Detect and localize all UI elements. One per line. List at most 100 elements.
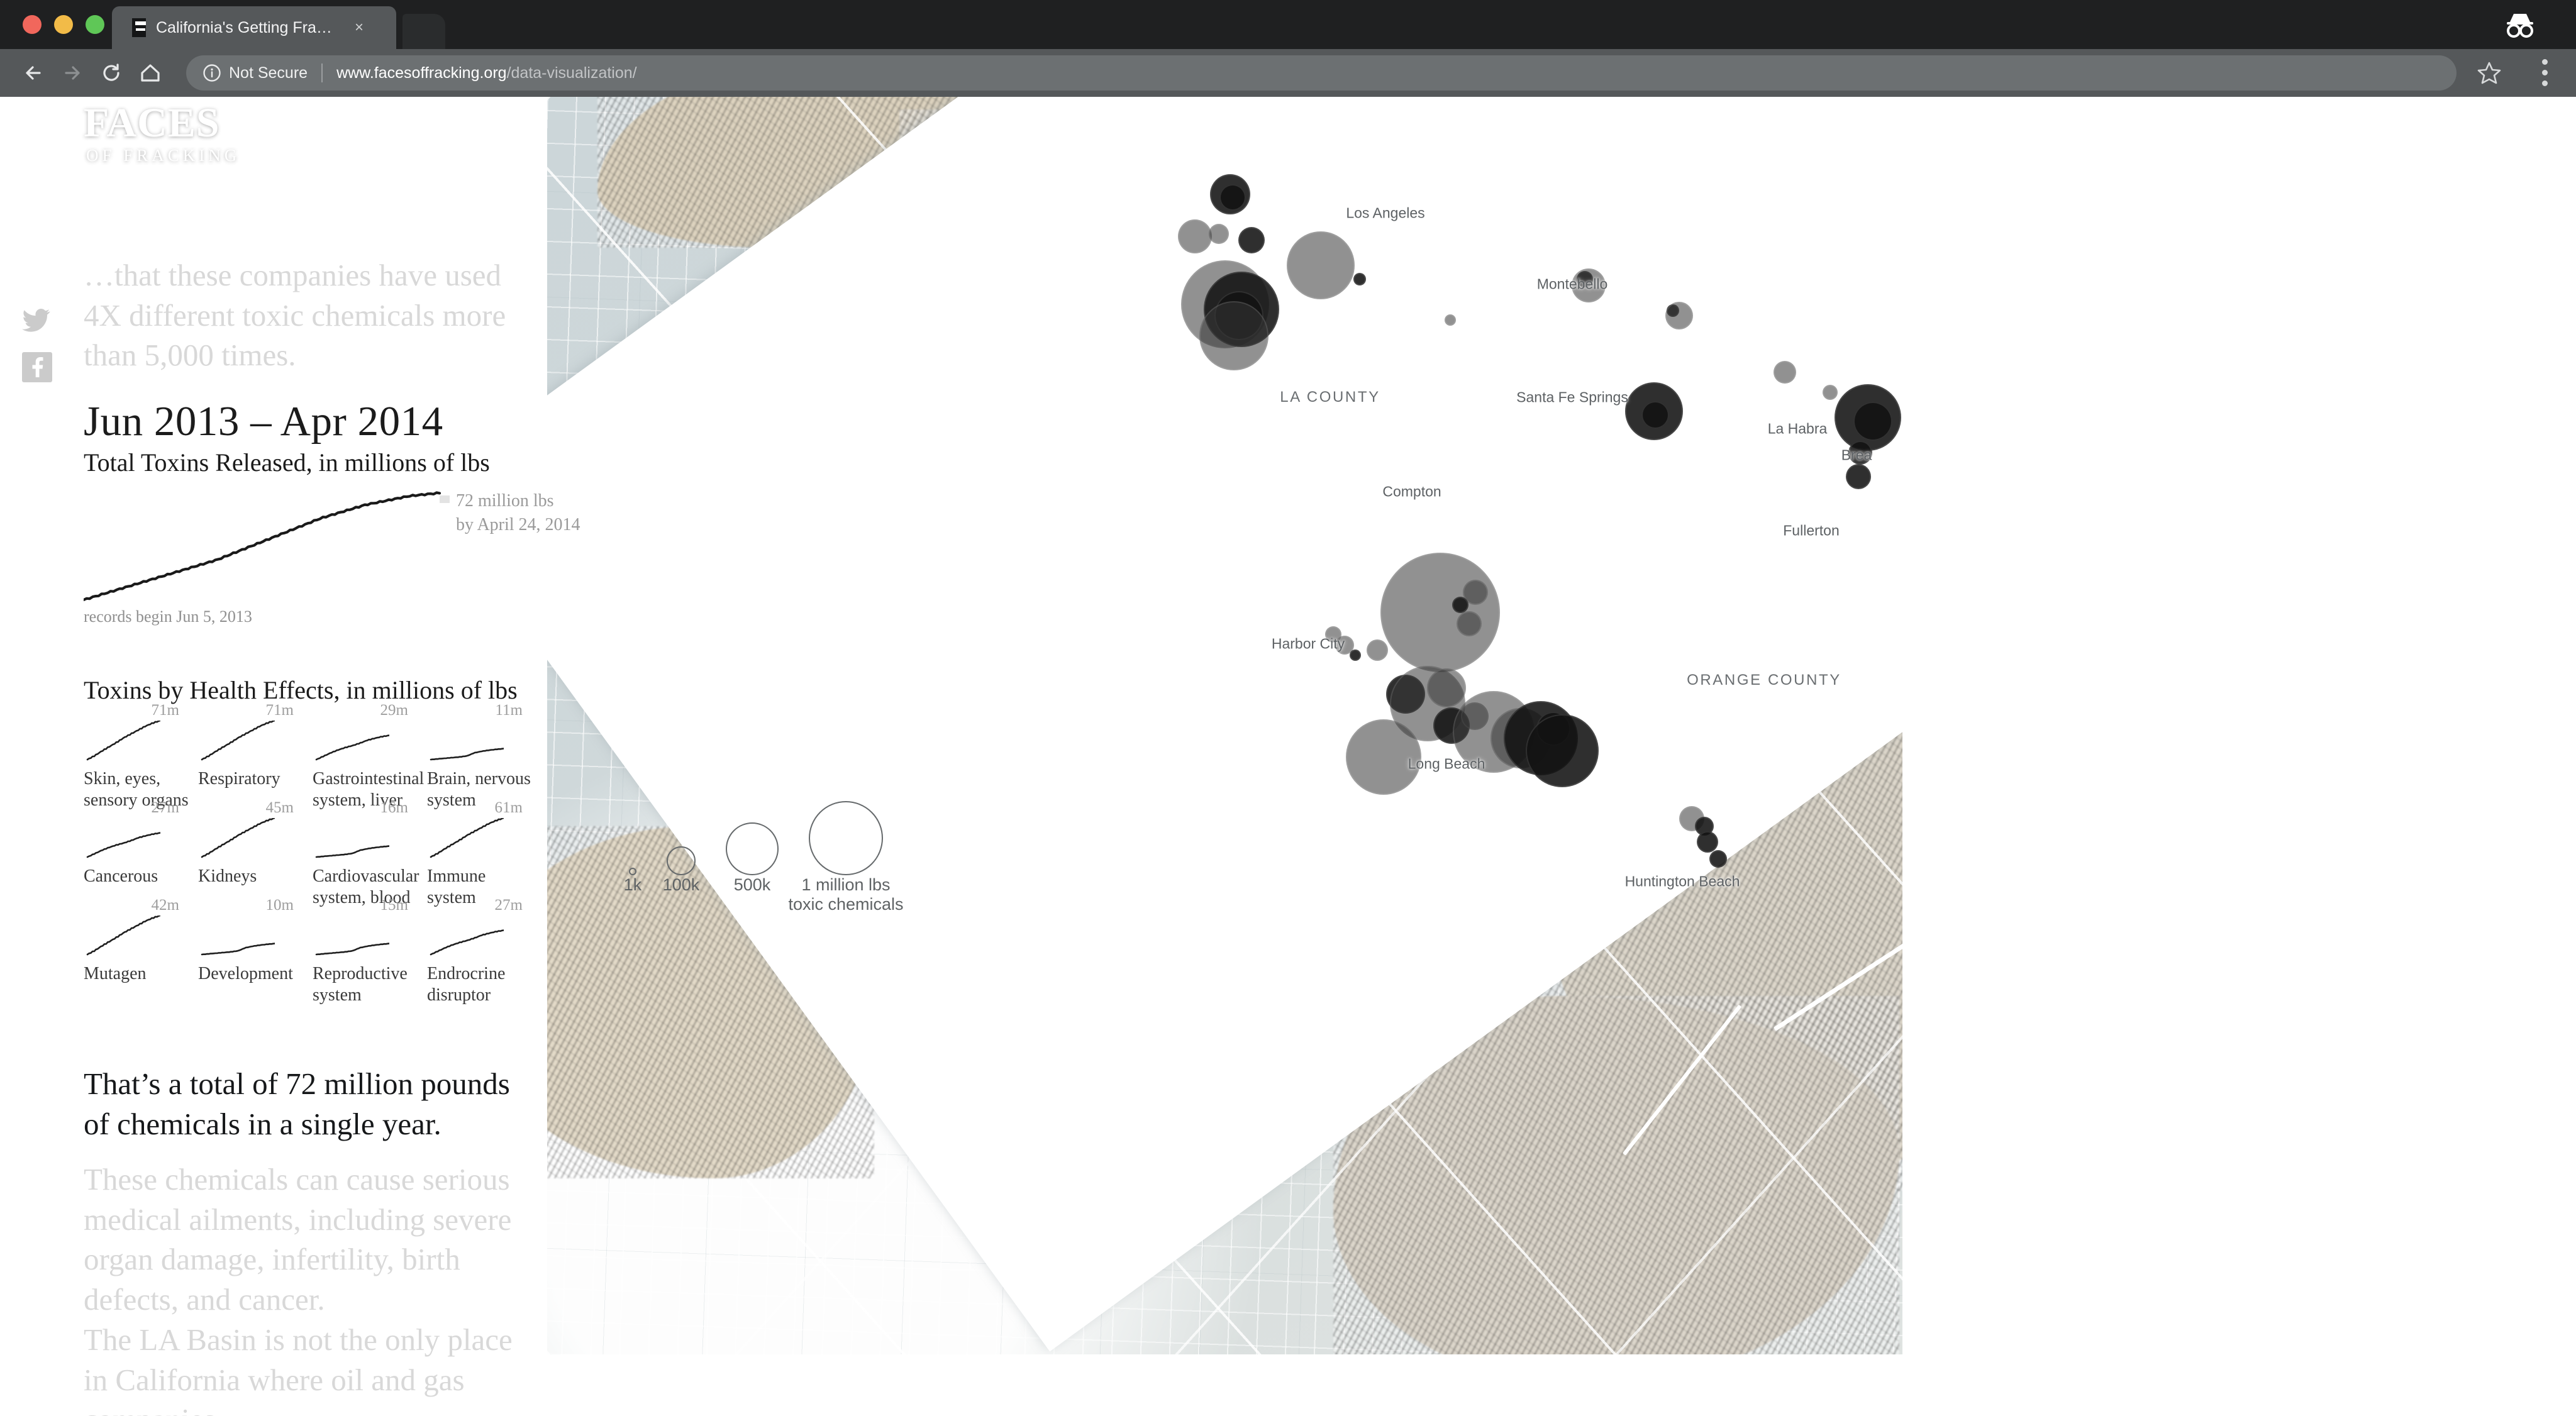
sparkline-start-annotation: records begin Jun 5, 2013	[84, 607, 252, 626]
back-arrow-icon[interactable]	[14, 53, 53, 92]
big-stat-paragraph: That’s a total of 72 million pounds of c…	[84, 1066, 510, 1141]
twitter-icon[interactable]	[22, 304, 52, 335]
close-window-button[interactable]	[23, 15, 42, 34]
toxics-bubble[interactable]	[1353, 273, 1366, 285]
toxics-bubble[interactable]	[1846, 464, 1871, 489]
health-effects-subhead: Toxins by Health Effects, in millions of…	[84, 676, 518, 704]
info-circle-icon[interactable]	[203, 64, 221, 82]
toxics-bubble[interactable]	[1823, 385, 1838, 400]
legend-circle	[667, 846, 696, 875]
health-effect-card: 45m Kidneys	[198, 799, 313, 897]
health-effect-card: 16m Cardiovascular system, blood	[313, 799, 427, 907]
toxics-bubble[interactable]	[1526, 714, 1599, 787]
home-icon[interactable]	[131, 53, 170, 92]
logo-line-1: FACES	[84, 100, 220, 146]
health-effect-sparkline	[430, 929, 504, 956]
browser-tab[interactable]: California's Getting Fracked ×	[112, 6, 396, 49]
toxics-bubble[interactable]	[1457, 611, 1482, 636]
reload-icon[interactable]	[92, 53, 131, 92]
page-viewport: Los Angeles Montebello LA COUNTY Santa Fe S…	[0, 97, 2576, 1416]
toxics-bubble[interactable]	[1853, 402, 1892, 441]
health-effect-sparkline	[430, 748, 504, 761]
window-controls	[23, 15, 104, 34]
map-label: Harbor City	[1271, 635, 1345, 652]
toxics-bubble[interactable]	[1697, 831, 1718, 853]
toxics-bubble[interactable]	[1199, 301, 1269, 370]
maximize-window-button[interactable]	[86, 15, 104, 34]
health-effect-value: 71m	[265, 702, 294, 719]
star-icon[interactable]	[2477, 60, 2502, 86]
three-dot-menu-icon[interactable]	[2542, 59, 2548, 87]
divider	[321, 64, 323, 82]
health-effect-value: 45m	[265, 799, 294, 816]
toxics-bubble[interactable]	[1641, 401, 1669, 429]
close-icon[interactable]: ×	[351, 19, 367, 36]
toxics-bubble[interactable]	[1709, 850, 1727, 868]
toxics-bubble[interactable]	[1367, 639, 1388, 661]
toxics-bubble[interactable]	[1238, 227, 1265, 253]
total-toxins-sparkline: 72 million lbs by April 24, 2014 records…	[82, 482, 580, 626]
faded-intro-paragraph: …that these companies have used 4X diffe…	[84, 258, 506, 373]
toxics-bubble[interactable]	[1287, 231, 1355, 299]
address-bar[interactable]: Not Secure www.facesoffracking.org/data-…	[186, 55, 2457, 91]
new-tab-button[interactable]	[402, 14, 445, 49]
faded-paragraph-2: The LA Basin is not the only place in Ca…	[84, 1322, 513, 1416]
health-effect-label: Reproductive system	[313, 964, 408, 1005]
health-effects-grid: 71m Skin, eyes, sensory organs 71m Respirat…	[84, 702, 543, 1005]
annotation-line-2: by April 24, 2014	[456, 514, 580, 534]
map-label: Brea	[1841, 446, 1872, 463]
map-label: Huntington Beach	[1624, 873, 1740, 890]
map-label: ORANGE COUNTY	[1687, 672, 1841, 689]
site-logo[interactable]: FACES OF FRACKING	[84, 100, 241, 165]
toxics-bubble[interactable]	[1665, 302, 1693, 329]
health-effect-card: 27m Cancerous	[84, 799, 198, 897]
legend-label: 500k	[733, 875, 771, 894]
map-label: Compton	[1382, 483, 1441, 500]
tab-strip: California's Getting Fracked ×	[0, 0, 2576, 49]
health-effect-card: 71m Skin, eyes, sensory organs	[84, 702, 198, 810]
toxics-bubble[interactable]	[1209, 224, 1229, 244]
health-effect-card: 27m Endrocrine disruptor	[427, 897, 541, 1005]
faded-paragraph-1: These chemicals can cause serious medica…	[84, 1162, 512, 1317]
minimize-window-button[interactable]	[54, 15, 73, 34]
toxics-bubble[interactable]	[1219, 184, 1246, 211]
health-effect-value: 10m	[265, 897, 294, 914]
health-effect-card: 15m Reproductive system	[313, 897, 427, 1005]
legend-title-line-2: toxic chemicals	[788, 895, 904, 914]
toxics-bubble[interactable]	[1774, 361, 1796, 384]
narrative-column: FACES OF FRACKING …that these companies …	[0, 97, 580, 1416]
health-effect-sparkline	[201, 721, 275, 761]
legend-label: 100k	[662, 875, 700, 894]
page-title: Jun 2013 – Apr 2014	[84, 398, 443, 445]
toxics-bubble[interactable]	[1445, 314, 1456, 326]
url-text: www.facesoffracking.org/data-visualizati…	[336, 64, 637, 82]
health-effect-sparkline	[86, 721, 160, 761]
map-legend: 1k 100k 500k 1 million lbs toxic chemicals	[624, 782, 981, 921]
sparkline-endpoint	[440, 495, 450, 503]
health-effect-value: 27m	[494, 897, 523, 914]
social-share-rail	[22, 304, 52, 400]
sparkline-path	[82, 491, 441, 602]
health-effect-sparkline	[315, 845, 389, 858]
health-effect-value: 27m	[151, 799, 179, 816]
health-effect-label: Kidneys	[198, 866, 257, 886]
toxics-bubble[interactable]	[1350, 650, 1361, 661]
total-toxins-subhead: Total Toxins Released, in millions of lb…	[84, 448, 490, 477]
facebook-icon[interactable]	[22, 352, 52, 382]
toxics-release-map[interactable]: Los Angeles Montebello LA COUNTY Santa Fe S…	[547, 97, 1902, 1354]
logo-line-2: OF FRACKING	[86, 145, 241, 165]
county-boundary	[1774, 787, 1902, 1031]
legend-label: 1k	[623, 875, 642, 894]
favicon-icon	[132, 18, 147, 37]
legend-circle	[726, 822, 779, 875]
toxics-bubble[interactable]	[1380, 553, 1500, 672]
toxics-bubble[interactable]	[1427, 668, 1466, 707]
health-effect-value: 11m	[495, 702, 523, 719]
health-effect-label: Respiratory	[198, 769, 280, 788]
health-effect-card: 29m Gastrointestinal system, liver	[313, 702, 427, 810]
toxics-bubble[interactable]	[1452, 597, 1468, 613]
toxics-bubble[interactable]	[1178, 219, 1212, 253]
health-effect-card: 71m Respiratory	[198, 702, 313, 799]
health-effect-card: 42m Mutagen	[84, 897, 198, 994]
health-effect-value: 61m	[494, 799, 523, 816]
